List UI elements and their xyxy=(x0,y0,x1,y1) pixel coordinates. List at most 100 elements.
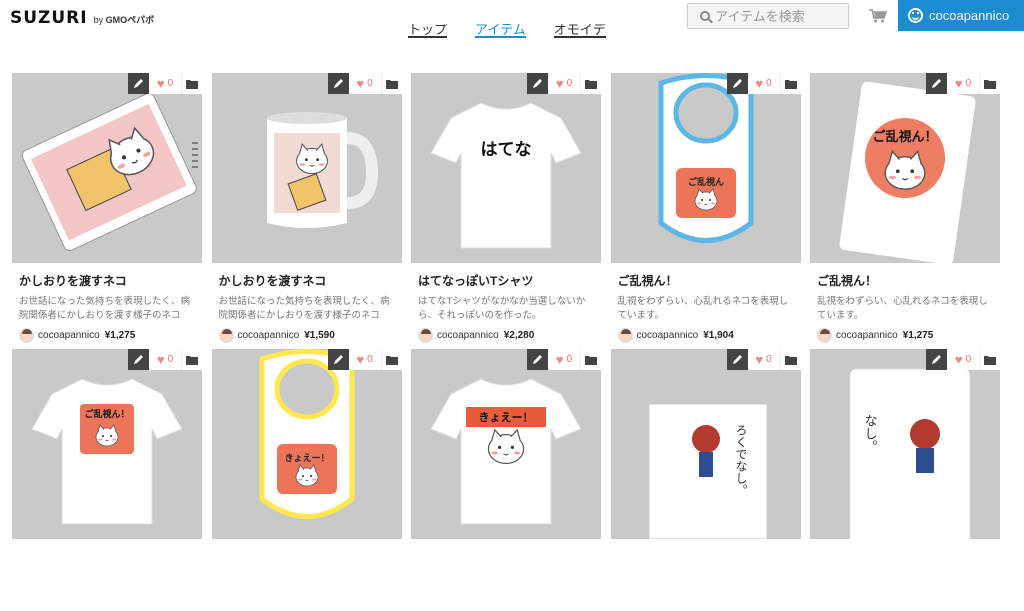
folder-button[interactable] xyxy=(181,349,202,370)
folder-button[interactable] xyxy=(380,73,402,94)
cart-icon[interactable] xyxy=(869,9,887,23)
product-thumbnail[interactable]: ご乱視ん ♥ 0 xyxy=(610,73,801,263)
smile-icon xyxy=(908,8,923,23)
product-card[interactable]: ご乱視ん ♥ 0 ご乱視ん！ 乱視をわずらい、心乱れるネコを表現しています。 c… xyxy=(610,73,801,343)
product-card[interactable]: はてな ♥ 0 はてなっぽいTシャツ はてなTシャツがなかなか当選しないから、そ… xyxy=(411,73,601,343)
product-card[interactable]: ご乱視ん！ ♥ 0 xyxy=(12,349,202,611)
pencil-icon xyxy=(533,79,542,88)
folder-button[interactable] xyxy=(979,349,1000,370)
edit-button[interactable] xyxy=(128,73,149,94)
author-name[interactable]: cocoapannico xyxy=(238,330,300,341)
like-count: 0 xyxy=(367,354,373,365)
product-card[interactable]: ご乱視ん！ ♥ 0 ご乱視ん！ 乱視をわずらい、心乱れるネコを表現しています。 … xyxy=(810,73,1000,343)
pencil-icon xyxy=(732,355,742,364)
avatar[interactable] xyxy=(817,328,832,343)
product-description: 乱視をわずらい、心乱れるネコを表現しています。 xyxy=(617,296,789,321)
edit-button[interactable] xyxy=(527,349,548,370)
pencil-icon xyxy=(333,355,343,364)
product-card[interactable]: ♥ 0 かしおりを渡すネコ お世話になった気持ちを表現したく、病院関係者にかしお… xyxy=(211,73,402,343)
like-button[interactable]: ♥ 0 xyxy=(548,73,580,94)
product-thumbnail[interactable]: なし。 ♥ 0 xyxy=(810,349,1000,539)
product-image: なし。 xyxy=(849,368,971,539)
edit-button[interactable] xyxy=(726,349,748,370)
card-toolbar: ♥ 0 xyxy=(527,349,601,370)
product-price: ¥1,590 xyxy=(304,330,335,341)
folder-button[interactable] xyxy=(380,349,402,370)
folder-button[interactable] xyxy=(979,73,1000,94)
search-input[interactable] xyxy=(715,8,845,24)
product-price: ¥1,275 xyxy=(902,330,934,341)
avatar[interactable] xyxy=(418,328,433,343)
pencil-icon xyxy=(533,355,542,364)
product-card[interactable]: きょえー！ ♥ 0 xyxy=(211,349,402,611)
folder-button[interactable] xyxy=(580,349,601,370)
edit-button[interactable] xyxy=(128,349,149,370)
product-thumbnail[interactable]: ろくでなし。 ♥ 0 xyxy=(610,349,801,539)
tab-top[interactable]: トップ xyxy=(408,24,448,38)
pencil-icon xyxy=(134,79,143,88)
site-logo[interactable]: SUZURI by GMOペパボ xyxy=(10,8,154,28)
product-card[interactable]: なし。 ♥ 0 xyxy=(810,349,1000,611)
edit-button[interactable] xyxy=(327,73,349,94)
product-card[interactable]: きょえー！ ♥ 0 xyxy=(411,349,601,611)
folder-button[interactable] xyxy=(181,73,202,94)
author-name[interactable]: cocoapannico xyxy=(38,330,100,341)
folder-button[interactable] xyxy=(779,73,801,94)
folder-button[interactable] xyxy=(779,349,801,370)
like-button[interactable]: ♥ 0 xyxy=(548,349,580,370)
like-button[interactable]: ♥ 0 xyxy=(747,349,780,370)
heart-icon: ♥ xyxy=(356,352,365,367)
author-name[interactable]: cocoapannico xyxy=(836,330,898,341)
product-price: ¥1,275 xyxy=(104,330,136,341)
product-image: きょえー！ xyxy=(259,349,354,519)
edit-button[interactable] xyxy=(926,73,947,94)
like-count: 0 xyxy=(965,354,972,365)
product-title[interactable]: かしおりを渡すネコ xyxy=(219,272,402,289)
product-thumbnail[interactable]: ♥ 0 xyxy=(12,73,202,263)
product-thumbnail[interactable]: はてな ♥ 0 xyxy=(411,73,601,263)
product-title[interactable]: ご乱視ん！ xyxy=(817,272,1000,289)
like-button[interactable]: ♥ 0 xyxy=(947,73,979,94)
author-name[interactable]: cocoapannico xyxy=(437,330,499,341)
avatar[interactable] xyxy=(218,328,234,343)
product-title[interactable]: ご乱視ん！ xyxy=(618,272,801,289)
tab-items[interactable]: アイテム xyxy=(475,24,526,38)
product-description: お世話になった気持ちを表現したく、病院関係者にかしおりを渡す様子のネコ xyxy=(218,296,390,321)
edit-button[interactable] xyxy=(527,73,548,94)
like-button[interactable]: ♥ 0 xyxy=(149,73,181,94)
art-caption: ご乱視ん！ xyxy=(872,129,937,144)
product-description xyxy=(618,548,795,576)
avatar[interactable] xyxy=(617,328,633,343)
product-thumbnail[interactable]: ご乱視ん！ ♥ 0 xyxy=(12,349,202,539)
product-description: お世話になった気持ちを表現したく、病院関係者にかしおりを渡す様子のネコ xyxy=(19,296,191,321)
like-button[interactable]: ♥ 0 xyxy=(149,349,181,370)
product-description xyxy=(418,548,595,576)
product-price: ¥2,280 xyxy=(503,330,535,341)
product-card[interactable]: ろくでなし。 ♥ 0 xyxy=(610,349,801,611)
product-image: きょえー！ xyxy=(430,378,582,525)
product-thumbnail[interactable]: きょえー！ ♥ 0 xyxy=(411,349,601,539)
user-menu-button[interactable]: cocoapannico xyxy=(898,0,1024,31)
like-button[interactable]: ♥ 0 xyxy=(348,349,381,370)
product-meta: cocoapannico ¥1,275 xyxy=(19,328,202,343)
product-thumbnail[interactable]: ♥ 0 xyxy=(211,73,402,263)
heart-icon: ♥ xyxy=(954,352,963,367)
product-title[interactable]: はてなっぽいTシャツ xyxy=(418,272,601,289)
edit-button[interactable] xyxy=(327,349,349,370)
product-thumbnail[interactable]: きょえー！ ♥ 0 xyxy=(211,349,402,539)
author-name[interactable]: cocoapannico xyxy=(637,330,699,341)
edit-button[interactable] xyxy=(926,349,947,370)
like-button[interactable]: ♥ 0 xyxy=(747,73,780,94)
product-title[interactable]: かしおりを渡すネコ xyxy=(19,272,202,289)
product-card[interactable]: ♥ 0 かしおりを渡すネコ お世話になった気持ちを表現したく、病院関係者にかしお… xyxy=(12,73,202,343)
heart-icon: ♥ xyxy=(156,76,165,91)
tab-omoide[interactable]: オモイデ xyxy=(553,24,606,38)
heart-icon: ♥ xyxy=(755,76,764,91)
like-button[interactable]: ♥ 0 xyxy=(348,73,381,94)
edit-button[interactable] xyxy=(726,73,748,94)
product-thumbnail[interactable]: ご乱視ん！ ♥ 0 xyxy=(810,73,1000,263)
folder-button[interactable] xyxy=(580,73,601,94)
search-box[interactable] xyxy=(687,3,849,29)
like-button[interactable]: ♥ 0 xyxy=(947,349,979,370)
avatar[interactable] xyxy=(19,328,34,343)
